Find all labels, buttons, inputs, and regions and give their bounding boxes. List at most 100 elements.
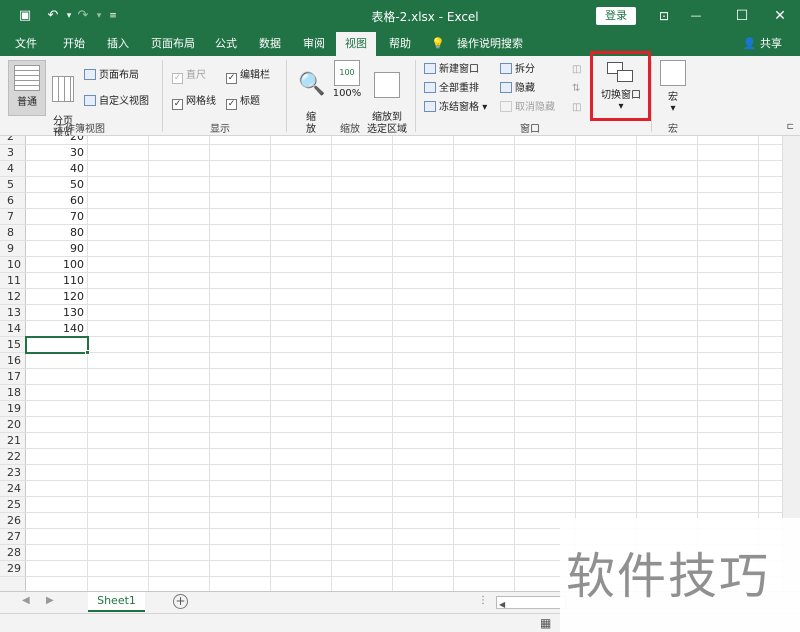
row-number[interactable]: 15 [0, 337, 26, 353]
row-number[interactable]: 24 [0, 481, 26, 497]
table-row[interactable]: 25 [0, 497, 800, 513]
table-row[interactable]: 4 40 [0, 161, 800, 177]
row-number[interactable]: 20 [0, 417, 26, 433]
row-number[interactable]: 11 [0, 273, 26, 289]
reset-window-position-icon[interactable]: ◫ [572, 100, 581, 116]
row-number[interactable]: 7 [0, 209, 26, 225]
page-layout-view-button[interactable]: 页面布局 [84, 68, 139, 84]
tell-me-search[interactable]: 操作说明搜索 [450, 32, 530, 56]
scroll-left-arrow-icon[interactable]: ◀ [497, 600, 505, 609]
row-number[interactable]: 13 [0, 305, 26, 321]
table-row[interactable]: 3 30 [0, 145, 800, 161]
cell-value[interactable] [27, 465, 87, 481]
save-icon[interactable]: ▣ [16, 7, 34, 25]
selected-cell[interactable] [25, 336, 89, 354]
cell-value[interactable]: 70 [27, 209, 87, 225]
unhide-button[interactable]: 取消隐藏 [500, 100, 555, 116]
cell-value[interactable]: 40 [27, 161, 87, 177]
cell-value[interactable] [27, 353, 87, 369]
cell-value[interactable]: 60 [27, 193, 87, 209]
row-number[interactable]: 21 [0, 433, 26, 449]
close-button[interactable]: ✕ [760, 0, 800, 32]
table-row[interactable]: 20 [0, 417, 800, 433]
cell-value[interactable] [27, 529, 87, 545]
table-row[interactable]: 11 110 [0, 273, 800, 289]
sheet-tab-sheet1[interactable]: Sheet1 [88, 592, 145, 612]
row-number[interactable]: 3 [0, 145, 26, 161]
custom-views-button[interactable]: 自定义视图 [84, 94, 149, 110]
row-number[interactable]: 25 [0, 497, 26, 513]
scroll-left-icon[interactable]: ◀ [22, 595, 30, 606]
cell-value[interactable] [27, 449, 87, 465]
table-row[interactable]: 8 80 [0, 225, 800, 241]
tab-help[interactable]: 帮助 [380, 32, 420, 56]
cell-value[interactable]: 80 [27, 225, 87, 241]
table-row[interactable]: 14 140 [0, 321, 800, 337]
table-row[interactable]: 24 [0, 481, 800, 497]
cell-value[interactable] [27, 385, 87, 401]
macros-button[interactable]: 宏 ▾ [656, 60, 690, 114]
customize-toolbar-icon[interactable]: ≡ [104, 7, 122, 25]
table-row[interactable]: 19 [0, 401, 800, 417]
cell-value[interactable] [27, 369, 87, 385]
row-number[interactable]: 8 [0, 225, 26, 241]
table-row[interactable]: 9 90 [0, 241, 800, 257]
table-row[interactable]: 12 120 [0, 289, 800, 305]
cell-value[interactable]: 100 [27, 257, 87, 273]
row-number[interactable]: 12 [0, 289, 26, 305]
view-side-by-side-icon[interactable]: ◫ [572, 62, 581, 78]
table-row[interactable]: 22 [0, 449, 800, 465]
tab-page-layout[interactable]: 页面布局 [144, 32, 202, 56]
tab-review[interactable]: 审阅 [294, 32, 334, 56]
tab-insert[interactable]: 插入 [98, 32, 138, 56]
row-number[interactable]: 26 [0, 513, 26, 529]
table-row[interactable]: 17 [0, 369, 800, 385]
gridlines-checkbox[interactable]: ✓ 网格线 [172, 94, 216, 110]
cell-value[interactable] [27, 433, 87, 449]
normal-view-button[interactable]: 普通 [8, 60, 46, 116]
table-row[interactable]: 21 [0, 433, 800, 449]
table-row[interactable]: 15 [0, 337, 800, 353]
synchronous-scrolling-icon[interactable]: ⇅ [572, 81, 580, 97]
row-number[interactable]: 9 [0, 241, 26, 257]
page-break-preview-button[interactable]: 分页 预览 [48, 60, 78, 139]
horizontal-scrollbar[interactable]: ◀ [496, 596, 566, 609]
freeze-panes-button[interactable]: 冻结窗格 ▾ [424, 100, 487, 116]
hide-button[interactable]: 隐藏 [500, 81, 535, 97]
arrange-all-button[interactable]: 全部重排 [424, 81, 479, 97]
table-row[interactable]: 6 60 [0, 193, 800, 209]
row-number[interactable]: 19 [0, 401, 26, 417]
table-row[interactable]: 23 [0, 465, 800, 481]
table-row[interactable]: 5 50 [0, 177, 800, 193]
add-sheet-icon[interactable]: + [173, 594, 188, 609]
row-number[interactable]: 16 [0, 353, 26, 369]
tab-file[interactable]: 文件 [6, 32, 46, 56]
row-number[interactable]: 6 [0, 193, 26, 209]
cell-value[interactable]: 20 [27, 136, 87, 145]
row-number[interactable]: 17 [0, 369, 26, 385]
normal-view-status-icon[interactable]: ▦ [540, 616, 551, 630]
tab-split-handle-icon[interactable]: ⋮ [478, 595, 488, 606]
table-row[interactable]: 13 130 [0, 305, 800, 321]
row-number[interactable]: 28 [0, 545, 26, 561]
new-window-button[interactable]: 新建窗口 [424, 62, 479, 78]
cell-value[interactable] [27, 561, 87, 577]
cell-value[interactable]: 120 [27, 289, 87, 305]
cell-value[interactable] [27, 481, 87, 497]
table-row[interactable]: 2 20 [0, 136, 800, 145]
table-row[interactable]: 7 70 [0, 209, 800, 225]
cell-value[interactable]: 90 [27, 241, 87, 257]
table-row[interactable]: 16 [0, 353, 800, 369]
cell-value[interactable] [27, 545, 87, 561]
scroll-right-icon[interactable]: ▶ [46, 595, 54, 606]
zoom-to-selection-button[interactable]: 缩放到 选定区域 [364, 60, 410, 136]
cell-value[interactable]: 130 [27, 305, 87, 321]
row-number[interactable]: 10 [0, 257, 26, 273]
formula-bar-checkbox[interactable]: ✓ 编辑栏 [226, 68, 270, 84]
row-number[interactable]: 29 [0, 561, 26, 577]
row-number[interactable]: 4 [0, 161, 26, 177]
row-number[interactable]: 18 [0, 385, 26, 401]
cell-value[interactable]: 30 [27, 145, 87, 161]
cell-value[interactable] [27, 497, 87, 513]
ruler-checkbox[interactable]: ✓ 直尺 [172, 68, 206, 84]
